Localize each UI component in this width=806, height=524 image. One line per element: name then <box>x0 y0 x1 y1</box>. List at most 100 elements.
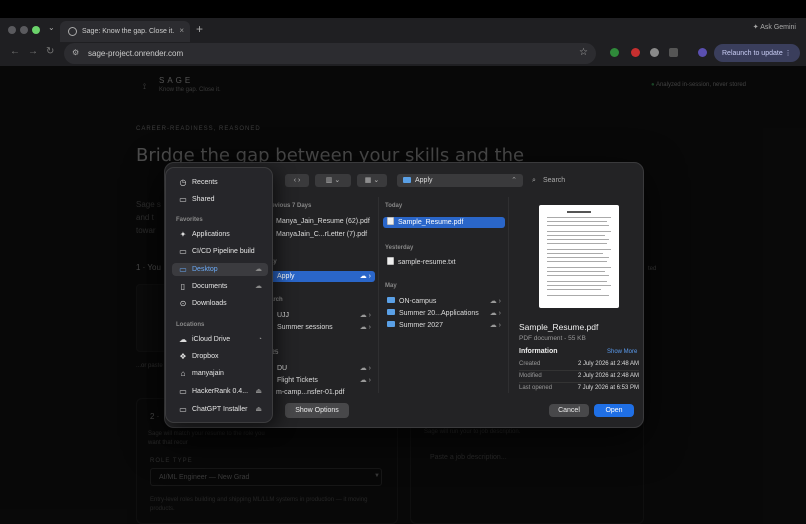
maximize-window-button[interactable] <box>32 26 40 34</box>
group-view-button[interactable]: ▦ ⌄ <box>357 174 387 187</box>
section-yesterday: Yesterday <box>385 245 414 251</box>
show-options-button[interactable]: Show Options <box>285 403 349 418</box>
folder-icon: ▭ <box>179 247 187 256</box>
tab-search-chevron-icon[interactable]: ⌄ <box>48 23 55 32</box>
view-columns-button[interactable]: ▥ ⌄ <box>315 174 351 187</box>
list-item[interactable]: UJJ ☁ › <box>265 310 375 321</box>
sidebar-item-hackerrank[interactable]: ▭ HackerRank 0.4... ⏏ <box>172 385 268 398</box>
information-heading: Information <box>519 348 558 355</box>
list-item[interactable]: Summer 2027 ☁ › <box>387 320 505 331</box>
icloud-icon: ☁ › <box>359 273 371 280</box>
sidebar-item-recents[interactable]: ◷ Recents <box>172 176 268 189</box>
sidebar-item-applications[interactable]: ✦ Applications <box>172 228 268 241</box>
pdf-file-icon <box>387 217 394 225</box>
cloud-icon: ☁ <box>179 335 187 344</box>
sidebar-item-shared[interactable]: ▭ Shared <box>172 193 268 206</box>
file-sample-resume-txt[interactable]: sample-resume.txt <box>387 257 505 268</box>
sidebar-item-home[interactable]: ⌂ manyajain <box>172 367 268 380</box>
preview-file-name: Sample_Resume.pdf <box>519 322 599 332</box>
sidebar-item-desktop[interactable]: ▭ Desktop ☁ <box>172 263 268 276</box>
site-settings-icon[interactable]: ⚙ <box>72 48 79 57</box>
new-tab-button[interactable]: + <box>196 22 203 36</box>
extension-record-icon[interactable] <box>631 48 640 57</box>
icloud-icon: ☁ › <box>489 298 501 305</box>
location-label: Apply <box>415 177 433 184</box>
list-item[interactable]: ManyaJain_C...rLetter (7).pdf <box>265 229 375 240</box>
finder-sidebar: ◷ Recents ▭ Shared Favorites ✦ Applications… <box>165 167 273 423</box>
icloud-icon: ☁ <box>255 266 262 273</box>
favorites-heading: Favorites <box>176 217 203 223</box>
eject-icon[interactable]: ⏏ <box>255 403 262 416</box>
sidebar-item-icloud-drive[interactable]: ☁ iCloud Drive ◔ <box>172 333 268 346</box>
back-icon[interactable]: ← <box>10 46 20 57</box>
list-item[interactable]: Summer sessions ☁ › <box>265 322 375 333</box>
shared-folder-icon: ▭ <box>179 195 187 204</box>
back-forward-buttons[interactable]: ‹ › <box>285 174 309 187</box>
locations-heading: Locations <box>176 322 205 328</box>
extensions-puzzle-icon[interactable] <box>669 48 678 57</box>
tab-title: Sage: Know the gap. Close it. <box>82 28 175 35</box>
show-more-link[interactable]: Show More <box>607 349 637 355</box>
forward-icon[interactable]: → <box>28 46 38 57</box>
icloud-icon: ☁ › <box>489 322 501 329</box>
list-item[interactable]: Manya_Jain_Resume (62).pdf <box>265 216 375 227</box>
list-item[interactable]: Flight Tickets ☁ › <box>265 375 375 386</box>
minimize-window-button[interactable] <box>20 26 28 34</box>
bookmark-star-icon[interactable]: ☆ <box>579 47 588 58</box>
clock-icon: ◷ <box>179 178 187 187</box>
folder-icon <box>403 177 411 183</box>
icloud-icon: ☁ <box>255 283 262 290</box>
browser-tab[interactable]: Sage: Know the gap. Close it. × <box>60 21 190 42</box>
section-may: May <box>385 283 397 289</box>
site-favicon-icon <box>68 27 77 36</box>
desktop-icon: ▭ <box>179 265 187 274</box>
applications-icon: ✦ <box>179 230 187 239</box>
tab-close-icon[interactable]: × <box>179 26 184 35</box>
extension-shield-gray-icon[interactable] <box>650 48 659 57</box>
updown-icon: ⌃ <box>511 177 517 184</box>
sidebar-item-chatgpt-installer[interactable]: ▭ ChatGPT Installer ⏏ <box>172 403 268 416</box>
folder-icon <box>387 297 395 303</box>
preview-file-kind: PDF document - 55 KB <box>519 335 586 342</box>
icloud-icon: ☁ › <box>489 310 501 317</box>
cancel-button[interactable]: Cancel <box>549 404 589 417</box>
last-opened-value: 7 July 2026 at 6:53 PM <box>577 385 639 391</box>
location-popup[interactable]: Apply ⌃ <box>397 174 523 187</box>
dropbox-icon: ❖ <box>179 352 187 361</box>
address-bar[interactable]: ⚙ sage-project.onrender.com ☆ <box>64 43 596 64</box>
folder-apply[interactable]: Apply ☁ › <box>255 271 375 282</box>
ask-gemini-button[interactable]: ✦ Ask Gemini <box>753 23 796 31</box>
reload-icon[interactable]: ↻ <box>46 46 54 57</box>
icloud-icon: ☁ › <box>359 365 371 372</box>
modified-value: 2 July 2026 at 2:48 AM <box>577 373 639 379</box>
list-item[interactable]: DU ☁ › <box>265 363 375 374</box>
home-icon: ⌂ <box>180 369 186 378</box>
last-opened-label: Last opened <box>519 385 553 391</box>
list-item[interactable]: Summer 20...Applications ☁ › <box>387 308 505 319</box>
file-sample-resume-pdf[interactable]: Sample_Resume.pdf <box>383 217 505 228</box>
url-text[interactable]: sage-project.onrender.com <box>88 49 183 58</box>
sidebar-item-cicd[interactable]: ▭ CI/CD Pipeline build <box>172 245 268 258</box>
folder-icon <box>387 321 395 327</box>
relaunch-update-button[interactable]: Relaunch to update ⋮ <box>714 44 800 62</box>
profile-avatar[interactable] <box>698 48 707 57</box>
list-item[interactable]: ON-campus ☁ › <box>387 296 505 307</box>
text-file-icon <box>387 257 394 265</box>
sidebar-item-dropbox[interactable]: ❖ Dropbox <box>172 350 268 363</box>
modified-label: Modified <box>519 373 542 379</box>
sidebar-item-documents[interactable]: ▯ Documents ☁ <box>172 280 268 293</box>
open-button[interactable]: Open <box>594 404 634 417</box>
search-placeholder: Search <box>543 177 566 184</box>
close-window-button[interactable] <box>8 26 16 34</box>
section-today: Today <box>385 203 403 209</box>
search-field[interactable]: ⌕ Search <box>529 174 639 187</box>
eject-icon[interactable]: ⏏ <box>255 385 262 398</box>
extension-shield-icon[interactable] <box>610 48 619 57</box>
created-label: Created <box>519 361 541 367</box>
tab-strip: ⌄ Sage: Know the gap. Close it. × + ✦ As… <box>0 18 806 42</box>
disk-icon: ▭ <box>179 405 187 414</box>
sidebar-item-downloads[interactable]: ⊙ Downloads <box>172 297 268 310</box>
download-icon: ⊙ <box>179 299 187 308</box>
created-value: 2 July 2026 at 2:48 AM <box>577 361 639 367</box>
browser-column-2: Today Sample_Resume.pdf Yesterday sample… <box>379 197 509 393</box>
